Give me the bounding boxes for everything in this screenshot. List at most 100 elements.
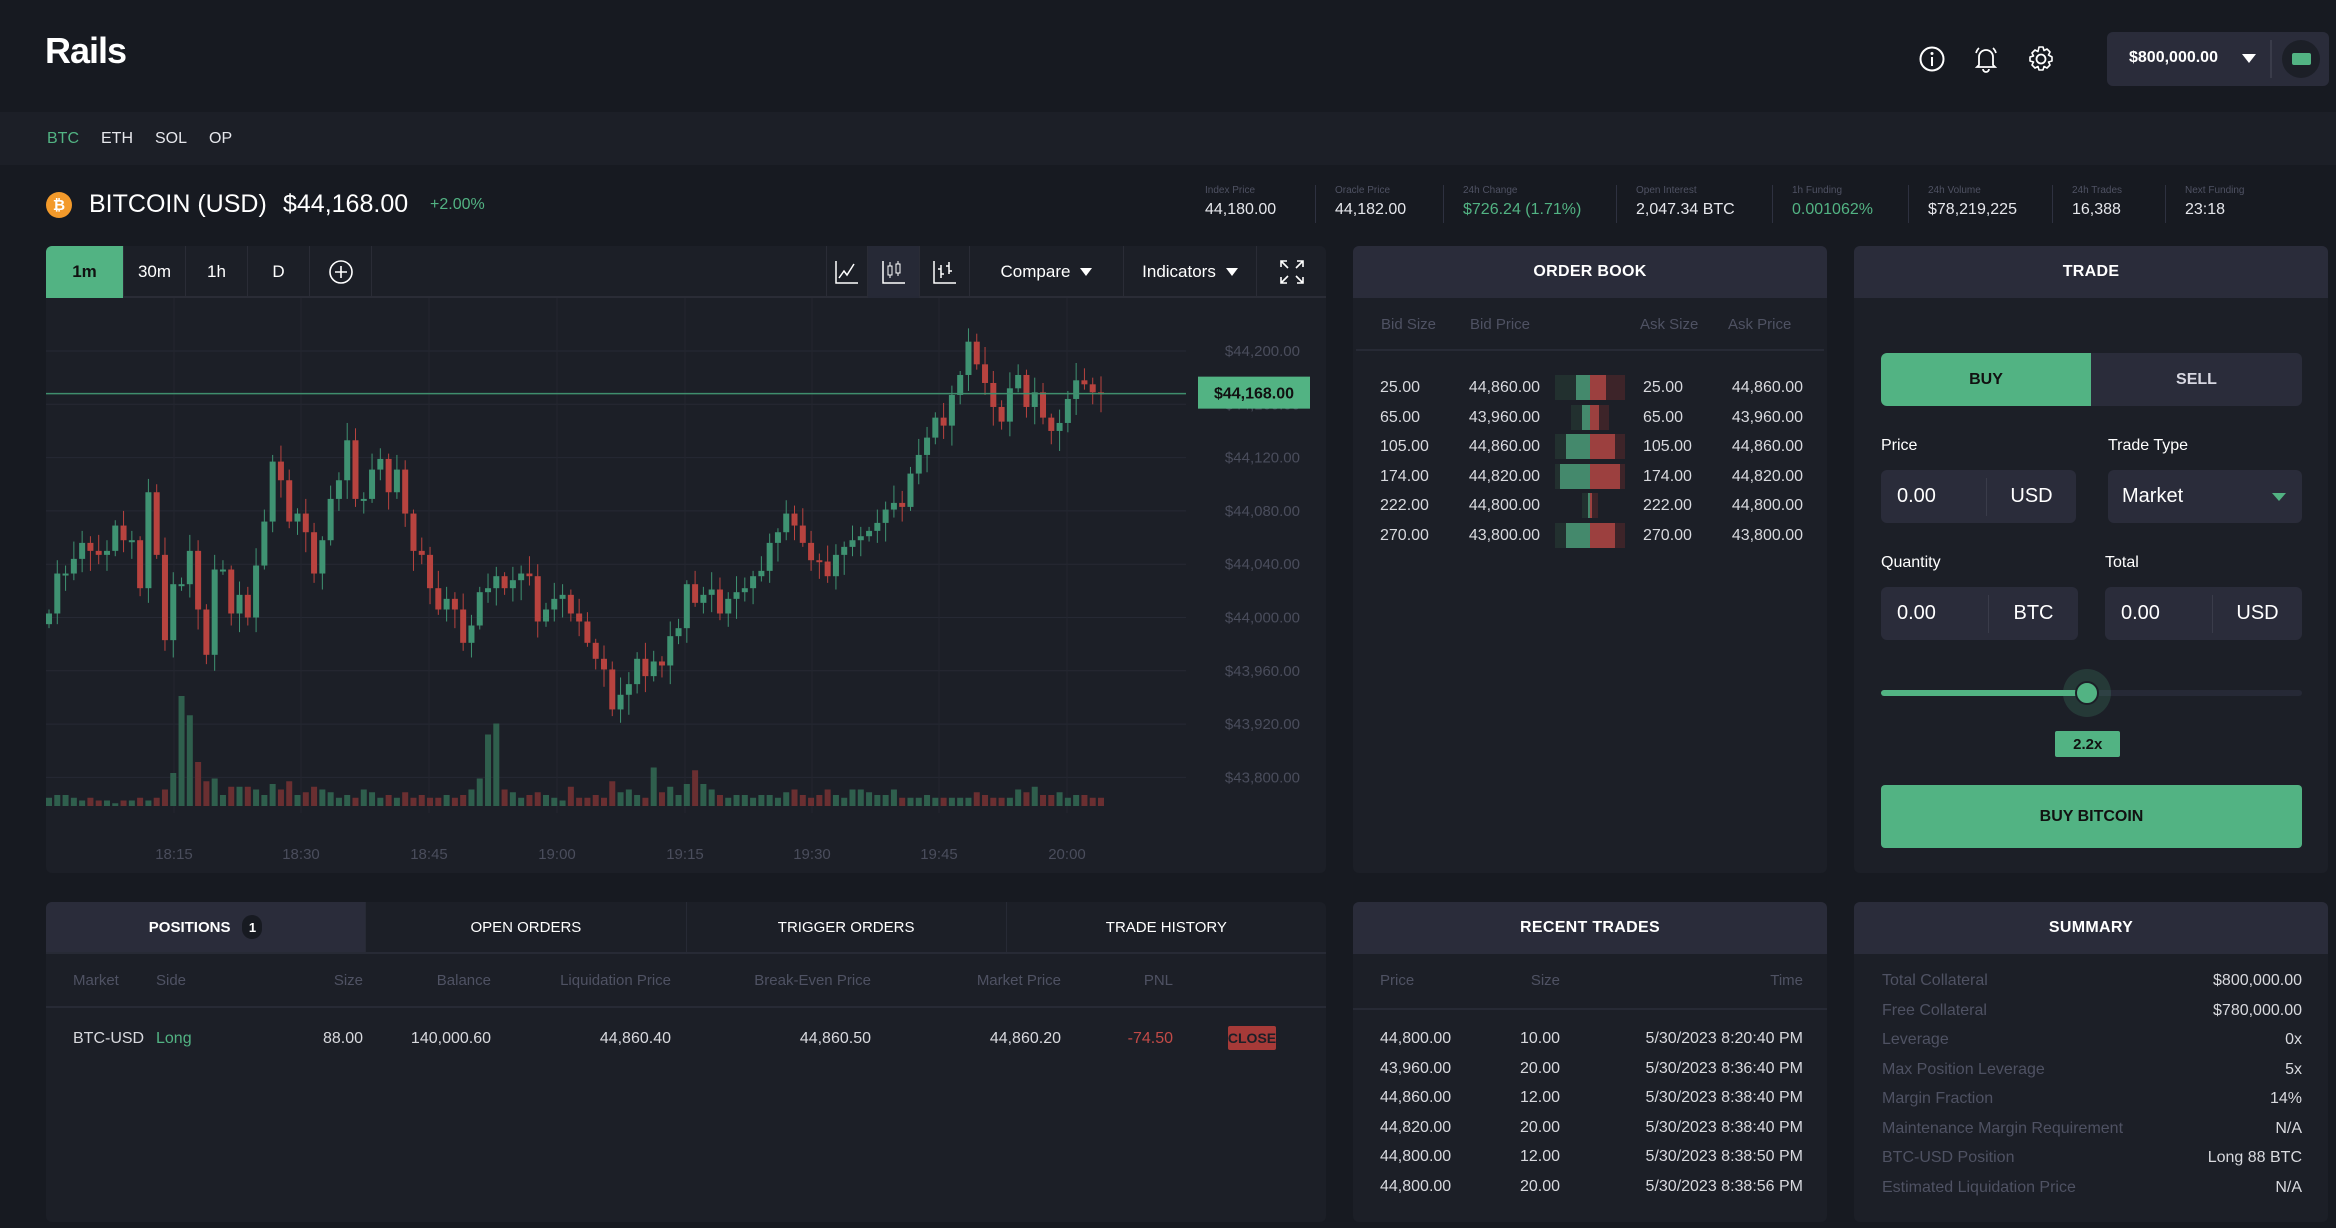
candle[interactable] <box>534 576 541 622</box>
buy-bitcoin-button[interactable]: BUY BITCOIN <box>1881 785 2302 848</box>
candle[interactable] <box>319 540 326 574</box>
ask-size[interactable]: 25.00 <box>1643 379 1683 397</box>
balance-dropdown[interactable]: $800,000.00 <box>2107 32 2329 86</box>
candle[interactable] <box>1089 384 1096 393</box>
candle[interactable] <box>95 550 102 555</box>
candle[interactable] <box>302 513 309 533</box>
candle[interactable] <box>998 406 1005 422</box>
candle[interactable] <box>170 584 177 641</box>
candle[interactable] <box>427 554 434 589</box>
candle[interactable] <box>841 546 848 555</box>
gear-icon[interactable] <box>2027 45 2055 73</box>
candle[interactable] <box>253 565 260 618</box>
asset-tab-btc[interactable]: BTC <box>47 130 79 148</box>
interval-1h[interactable]: 1h <box>186 246 248 298</box>
candle[interactable] <box>799 525 806 543</box>
candle[interactable] <box>559 594 566 599</box>
candle[interactable] <box>990 382 997 407</box>
candle[interactable] <box>708 589 715 595</box>
candle[interactable] <box>982 364 989 383</box>
candle[interactable] <box>518 573 525 581</box>
candle[interactable] <box>103 550 110 555</box>
line-chart-button[interactable] <box>826 246 868 298</box>
candle[interactable] <box>344 440 351 481</box>
candle[interactable] <box>1031 392 1038 407</box>
asset-tab-sol[interactable]: SOL <box>155 130 187 148</box>
candle[interactable] <box>79 542 86 559</box>
candle[interactable] <box>899 502 906 507</box>
candle[interactable] <box>592 642 599 659</box>
candle[interactable] <box>932 417 939 438</box>
bid-size[interactable]: 65.00 <box>1380 409 1420 427</box>
candle[interactable] <box>733 592 740 599</box>
candle[interactable] <box>716 589 723 614</box>
candle[interactable] <box>874 522 881 531</box>
candle[interactable] <box>219 569 226 572</box>
buy-tab[interactable]: BUY <box>1881 353 2091 406</box>
candle[interactable] <box>509 580 516 589</box>
trade-type-select[interactable]: Market <box>2108 470 2302 523</box>
tab-trade-history[interactable]: TRADE HISTORY <box>1007 902 1326 952</box>
candle[interactable] <box>410 513 417 551</box>
candle[interactable] <box>46 613 52 625</box>
ask-price[interactable]: 44,800.00 <box>1693 497 1803 515</box>
candle[interactable] <box>973 341 980 365</box>
candle[interactable] <box>236 594 243 614</box>
candle[interactable] <box>600 658 607 670</box>
candle[interactable] <box>211 569 218 655</box>
sell-tab[interactable]: SELL <box>2091 353 2302 406</box>
interval-d[interactable]: D <box>248 246 310 298</box>
candle[interactable] <box>584 621 591 643</box>
candle[interactable] <box>377 458 384 470</box>
candle[interactable] <box>393 469 400 493</box>
candle[interactable] <box>468 625 475 643</box>
bid-price[interactable]: 43,800.00 <box>1443 527 1540 545</box>
candle[interactable] <box>750 576 757 589</box>
candle[interactable] <box>228 569 235 614</box>
candle[interactable] <box>120 525 127 541</box>
fullscreen-button[interactable] <box>1257 246 1326 298</box>
ask-size[interactable]: 222.00 <box>1643 497 1692 515</box>
candle[interactable] <box>1081 380 1088 385</box>
candle[interactable] <box>849 540 856 547</box>
tab-open-orders[interactable]: OPEN ORDERS <box>366 902 687 952</box>
candle[interactable] <box>609 669 616 710</box>
candle[interactable] <box>543 609 550 622</box>
total-input[interactable]: 0.00 USD <box>2105 587 2302 640</box>
ask-size[interactable]: 105.00 <box>1643 438 1692 456</box>
candle[interactable] <box>948 394 955 426</box>
candle[interactable] <box>153 492 160 555</box>
candle[interactable] <box>485 588 492 593</box>
tab-positions[interactable]: POSITIONS 1 <box>46 902 367 952</box>
wallet-button[interactable] <box>2282 40 2320 78</box>
candle[interactable] <box>940 417 947 426</box>
candle[interactable] <box>1023 374 1030 407</box>
candle[interactable] <box>277 461 284 481</box>
interval-1m[interactable]: 1m <box>46 246 124 298</box>
candle[interactable] <box>882 509 889 523</box>
candle[interactable] <box>62 573 69 576</box>
candle[interactable] <box>725 598 732 614</box>
candle[interactable] <box>824 561 831 577</box>
candle[interactable] <box>1073 380 1080 399</box>
indicators-dropdown[interactable]: Indicators <box>1124 246 1257 298</box>
candle[interactable] <box>617 694 624 710</box>
candle[interactable] <box>1056 422 1063 431</box>
candle[interactable] <box>186 550 193 585</box>
candle[interactable] <box>758 570 765 577</box>
bell-icon[interactable] <box>1972 44 2000 74</box>
candle[interactable] <box>311 532 318 574</box>
candle[interactable] <box>360 498 367 501</box>
candle[interactable] <box>476 592 483 626</box>
candle[interactable] <box>890 502 897 510</box>
candle[interactable] <box>269 461 276 522</box>
candle[interactable] <box>501 576 508 589</box>
candle[interactable] <box>526 573 533 577</box>
ask-price[interactable]: 44,820.00 <box>1693 468 1803 486</box>
bid-price[interactable]: 44,860.00 <box>1443 438 1540 456</box>
bid-size[interactable]: 174.00 <box>1380 468 1429 486</box>
candle[interactable] <box>808 542 815 561</box>
candle-chart-button[interactable] <box>868 246 920 298</box>
candle[interactable] <box>1040 392 1047 418</box>
candle[interactable] <box>675 628 682 637</box>
